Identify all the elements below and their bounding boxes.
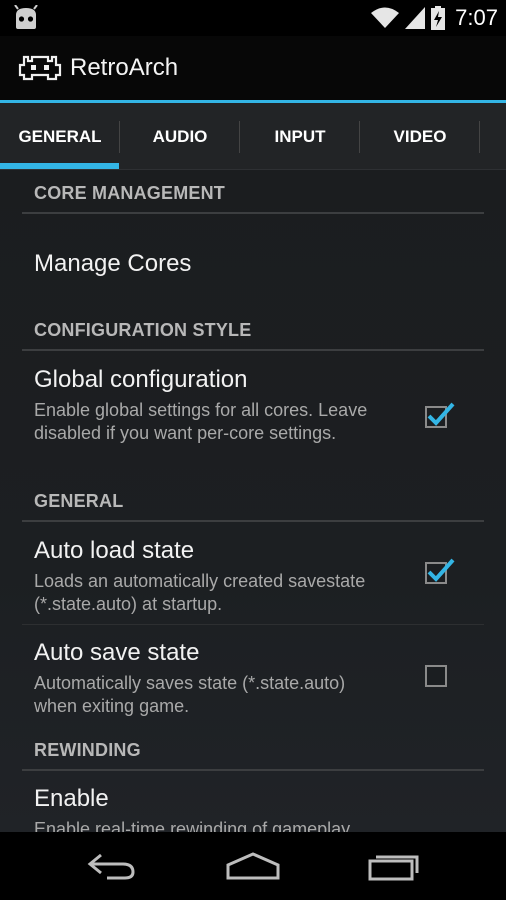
global-configuration-checkbox[interactable] [425,402,455,428]
section-header-general: GENERAL [34,491,124,511]
app-title: RetroArch [70,54,179,81]
check-icon [427,558,455,582]
battery-icon [431,6,446,30]
tab-bar: GENERAL AUDIO INPUT VIDEO [0,103,506,170]
auto-save-state-checkbox[interactable] [425,665,447,687]
recent-apps-icon [368,855,419,881]
home-button[interactable] [213,842,293,890]
pref-title: Global configuration [34,366,248,393]
back-icon [87,853,135,880]
back-button[interactable] [72,842,152,890]
tab-input[interactable]: INPUT [240,103,360,170]
settings-list[interactable]: CORE MANAGEMENT Manage Cores CONFIGURATI… [0,170,506,832]
section-header-rewinding: REWINDING [34,740,141,760]
tab-selected-indicator [0,163,119,169]
signal-icon [405,7,426,29]
pref-summary: Enable global settings for all cores. Le… [34,400,368,443]
pref-summary: Loads an automatically created savestate… [34,571,366,614]
android-notification-icon [14,5,38,29]
pref-title: Auto load state [34,537,195,564]
tab-general[interactable]: GENERAL [0,103,120,170]
status-bar: 7:07 [0,0,506,36]
pref-summary: Automatically saves state (*.state.auto)… [34,673,346,716]
pref-auto-save-state[interactable]: Auto save state Automatically saves stat… [0,625,506,725]
pref-title: Enable [34,785,109,812]
wifi-icon [371,7,400,28]
action-bar: RetroArch [0,36,506,100]
navigation-bar [0,832,506,900]
pref-rewind-enable[interactable]: Enable Enable real-time rewinding of gam… [0,771,506,832]
section-header-configuration-style: CONFIGURATION STYLE [34,320,252,340]
retroarch-logo-icon [18,55,62,81]
section-header-core-management: CORE MANAGEMENT [34,183,225,203]
tab-video[interactable]: VIDEO [360,103,480,170]
tab-divider [479,121,480,153]
pref-manage-cores[interactable]: Manage Cores [0,214,506,310]
pref-summary: Enable real-time rewinding of gameplay. [34,819,354,832]
pref-title: Manage Cores [34,250,192,277]
pref-title: Auto save state [34,639,200,666]
status-time: 7:07 [455,5,498,30]
pref-global-configuration[interactable]: Global configuration Enable global setti… [0,351,506,481]
check-icon [427,402,455,426]
home-icon [226,852,280,880]
tab-audio[interactable]: AUDIO [120,103,240,170]
pref-auto-load-state[interactable]: Auto load state Loads an automatically c… [0,522,506,624]
auto-load-state-checkbox[interactable] [425,558,455,584]
recent-apps-button[interactable] [354,842,434,890]
